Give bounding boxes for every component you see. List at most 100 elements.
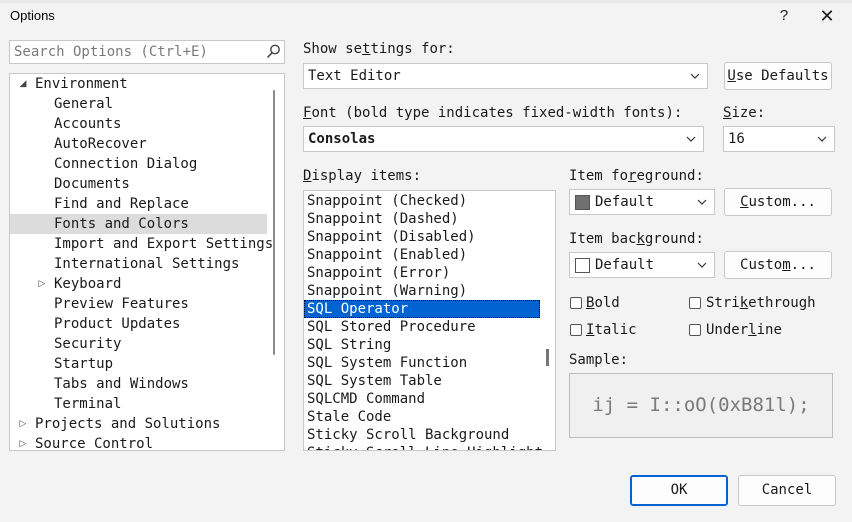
italic-checkbox[interactable] [570, 324, 582, 336]
item-background-value: Default [595, 257, 655, 273]
item-background-combo[interactable]: Default [569, 252, 715, 278]
tree-item[interactable]: ◢ Environment [10, 74, 267, 94]
list-item[interactable]: Snappoint (Checked) [304, 192, 540, 210]
font-label: Font (bold type indicates fixed-width fo… [303, 105, 683, 121]
help-button[interactable]: ? [774, 3, 794, 29]
tree-item[interactable]: Terminal [10, 394, 267, 414]
tree-item-label: General [54, 96, 114, 112]
tree-item[interactable]: Documents [10, 174, 267, 194]
list-item[interactable]: SQL System Table [304, 372, 540, 390]
strikethrough-label[interactable]: Strikethrough [706, 295, 816, 311]
list-item[interactable]: Snappoint (Dashed) [304, 210, 540, 228]
tree-item[interactable]: General [10, 94, 267, 114]
show-settings-value: Text Editor [308, 68, 401, 84]
tree-item[interactable]: AutoRecover [10, 134, 267, 154]
chevron-down-icon [697, 199, 707, 205]
tree-item[interactable]: Tabs and Windows [10, 374, 267, 394]
ok-button[interactable]: OK [630, 475, 728, 506]
cancel-button[interactable]: Cancel [738, 475, 836, 506]
tree-item-label: Preview Features [54, 296, 189, 312]
chevron-down-icon [817, 136, 827, 142]
custom-foreground-button[interactable]: Custom... [724, 188, 832, 216]
tree-item[interactable]: Connection Dialog [10, 154, 267, 174]
tree-item-label: Import and Export Settings [54, 236, 274, 252]
bold-label[interactable]: Bold [586, 295, 620, 311]
tree-item-label: Source Control [35, 436, 154, 451]
show-settings-combo[interactable]: Text Editor [303, 63, 708, 89]
close-button[interactable]: ✕ [816, 3, 838, 29]
tree-item[interactable]: Fonts and Colors [10, 214, 267, 234]
item-background-label: Item background: [569, 231, 704, 247]
sample-text: ij = I::oO(0xB81l); [592, 394, 810, 416]
list-item[interactable]: Stale Code [304, 408, 540, 426]
font-combo[interactable]: Consolas [303, 126, 704, 152]
options-tree[interactable]: ◢ Environment General Accounts AutoRecover Co… [9, 73, 285, 451]
tree-item-label: Documents [54, 176, 130, 192]
show-settings-label: Show settings for: [303, 41, 455, 57]
collapsed-arrow-icon[interactable]: ▷ [17, 434, 29, 450]
list-item[interactable]: SQLCMD Command [304, 390, 540, 408]
list-item[interactable]: Snappoint (Disabled) [304, 228, 540, 246]
chevron-down-icon [690, 73, 700, 79]
tree-item-label: Tabs and Windows [54, 376, 189, 392]
title-bar [0, 0, 852, 32]
sample-label: Sample: [569, 352, 629, 368]
size-combo[interactable]: 16 [723, 126, 835, 152]
background-color-swatch [575, 258, 590, 273]
window-title: Options [10, 8, 55, 23]
search-icon[interactable] [265, 43, 281, 61]
tree-scrollbar-thumb[interactable] [273, 90, 275, 355]
list-item[interactable]: Sticky Scroll Background [304, 426, 540, 444]
tree-item[interactable]: Find and Replace [10, 194, 267, 214]
search-placeholder: Search Options (Ctrl+E) [14, 44, 208, 60]
list-scrollbar-thumb[interactable] [546, 349, 549, 366]
tree-item[interactable]: ▷ Source Control [10, 434, 267, 451]
tree-item[interactable]: Security [10, 334, 267, 354]
tree-item-label: Security [54, 336, 122, 352]
tree-item[interactable]: International Settings [10, 254, 267, 274]
italic-label[interactable]: Italic [586, 322, 637, 338]
strikethrough-checkbox[interactable] [689, 297, 701, 309]
tree-item[interactable]: ▷ Keyboard [10, 274, 267, 294]
display-items-label: Display items: [303, 168, 422, 184]
foreground-color-swatch [575, 195, 590, 210]
tree-item-label: Startup [54, 356, 114, 372]
item-foreground-combo[interactable]: Default [569, 189, 715, 215]
tree-item[interactable]: Accounts [10, 114, 267, 134]
tree-item-label: AutoRecover [54, 136, 147, 152]
list-item[interactable]: Snappoint (Enabled) [304, 246, 540, 264]
tree-item-label: International Settings [54, 256, 240, 272]
tree-item-label: Accounts [54, 116, 122, 132]
list-item[interactable]: SQL System Function [304, 354, 540, 372]
list-item[interactable]: Snappoint (Error) [304, 264, 540, 282]
size-label: Size: [723, 105, 766, 121]
tree-item[interactable]: Preview Features [10, 294, 267, 314]
custom-background-button[interactable]: Custom... [724, 251, 832, 279]
collapsed-arrow-icon[interactable]: ▷ [17, 414, 29, 434]
sample-preview: ij = I::oO(0xB81l); [569, 373, 833, 438]
tree-item-label: Product Updates [54, 316, 181, 332]
search-box[interactable]: Search Options (Ctrl+E) [9, 40, 285, 64]
list-item[interactable]: SQL Stored Procedure [304, 318, 540, 336]
list-item[interactable]: SQL String [304, 336, 540, 354]
item-foreground-value: Default [595, 194, 655, 210]
use-defaults-button[interactable]: Use Defaults [724, 62, 832, 90]
expanded-arrow-icon[interactable]: ◢ [17, 74, 29, 94]
underline-checkbox[interactable] [689, 324, 701, 336]
size-value: 16 [728, 131, 745, 147]
list-item[interactable]: SQL Operator [304, 300, 540, 318]
list-item[interactable]: Sticky Scroll Line Highlight [304, 444, 543, 450]
collapsed-arrow-icon[interactable]: ▷ [36, 274, 48, 294]
item-foreground-label: Item foreground: [569, 168, 704, 184]
bold-checkbox[interactable] [570, 297, 582, 309]
display-items-list[interactable]: Snappoint (Checked) Snappoint (Dashed) Sna… [303, 190, 556, 451]
tree-item[interactable]: Product Updates [10, 314, 267, 334]
underline-label[interactable]: Underline [706, 322, 782, 338]
tree-item-label: Fonts and Colors [54, 216, 189, 232]
list-item[interactable]: Snappoint (Warning) [304, 282, 540, 300]
tree-item-label: Environment [35, 76, 128, 92]
tree-item[interactable]: Startup [10, 354, 267, 374]
tree-item-label: Terminal [54, 396, 122, 412]
tree-item[interactable]: Import and Export Settings [10, 234, 273, 254]
tree-item[interactable]: ▷ Projects and Solutions [10, 414, 267, 434]
